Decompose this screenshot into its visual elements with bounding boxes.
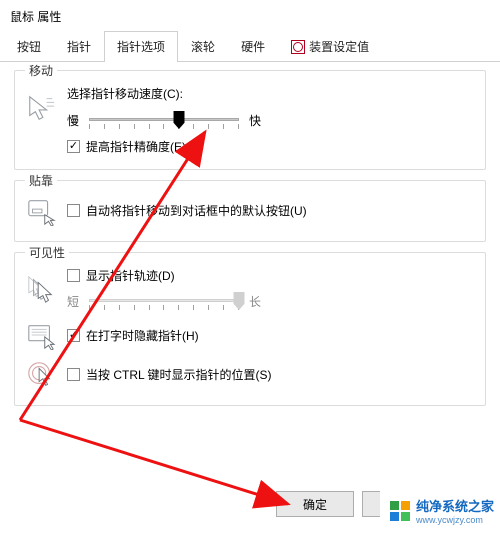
group-motion-title: 移动 [25,62,57,79]
watermark-text: 纯净系统之家 [416,496,494,515]
snap-icon [25,195,57,227]
tab-buttons[interactable]: 按钮 [4,31,54,61]
checkbox-icon [67,368,80,381]
hide-typing-checkbox[interactable]: 在打字时隐藏指针(H) [67,327,199,344]
trail-short-label: 短 [67,293,79,310]
checkbox-icon [67,329,80,342]
pointer-speed-icon [25,92,57,124]
trail-long-label: 长 [249,293,261,310]
group-visibility-title: 可见性 [25,244,69,261]
tab-hardware[interactable]: 硬件 [228,31,278,61]
pointer-speed-label: 选择指针移动速度(C): [67,85,475,102]
watermark: 纯净系统之家 www.ycwjzy.com [390,496,494,525]
checkbox-icon [67,140,80,153]
cancel-button-partial[interactable] [362,491,380,517]
snap-default-button-checkbox[interactable]: 自动将指针移动到对话框中的默认按钮(U) [67,202,307,219]
ctrl-locate-checkbox[interactable]: 当按 CTRL 键时显示指针的位置(S) [67,366,272,383]
ctrl-locate-icon [25,359,57,391]
group-snap-title: 贴靠 [25,172,57,189]
hide-typing-icon [25,319,57,351]
checkbox-icon [67,204,80,217]
watermark-url: www.ycwjzy.com [416,515,494,525]
window-title: 鼠标 属性 [0,0,500,31]
group-visibility: 可见性 显示指针轨迹(D) 短 [14,252,486,406]
enhance-precision-checkbox[interactable]: 提高指针精确度(E) [67,138,186,155]
ok-button[interactable]: 确定 [276,491,354,517]
content: 移动 选择指针移动速度(C): 慢 快 [0,62,500,486]
device-settings-icon [291,40,305,54]
tab-device-settings[interactable]: 装置设定值 [278,31,382,61]
checkbox-icon [67,269,80,282]
show-trails-checkbox[interactable]: 显示指针轨迹(D) [67,267,175,284]
group-motion: 移动 选择指针移动速度(C): 慢 快 [14,70,486,170]
tab-pointer-options[interactable]: 指针选项 [104,31,178,62]
pointer-speed-slider[interactable] [89,110,239,130]
tab-pointer[interactable]: 指针 [54,31,104,61]
speed-fast-label: 快 [249,112,261,129]
dialog-buttons: 确定 [276,491,380,517]
watermark-icon [390,501,410,521]
speed-slow-label: 慢 [67,112,79,129]
trail-length-slider [89,291,239,311]
tab-wheel[interactable]: 滚轮 [178,31,228,61]
trails-icon [25,273,57,305]
group-snap: 贴靠 自动将指针移动到对话框中的默认按钮(U) [14,180,486,242]
tabs: 按钮 指针 指针选项 滚轮 硬件 装置设定值 [0,31,500,62]
